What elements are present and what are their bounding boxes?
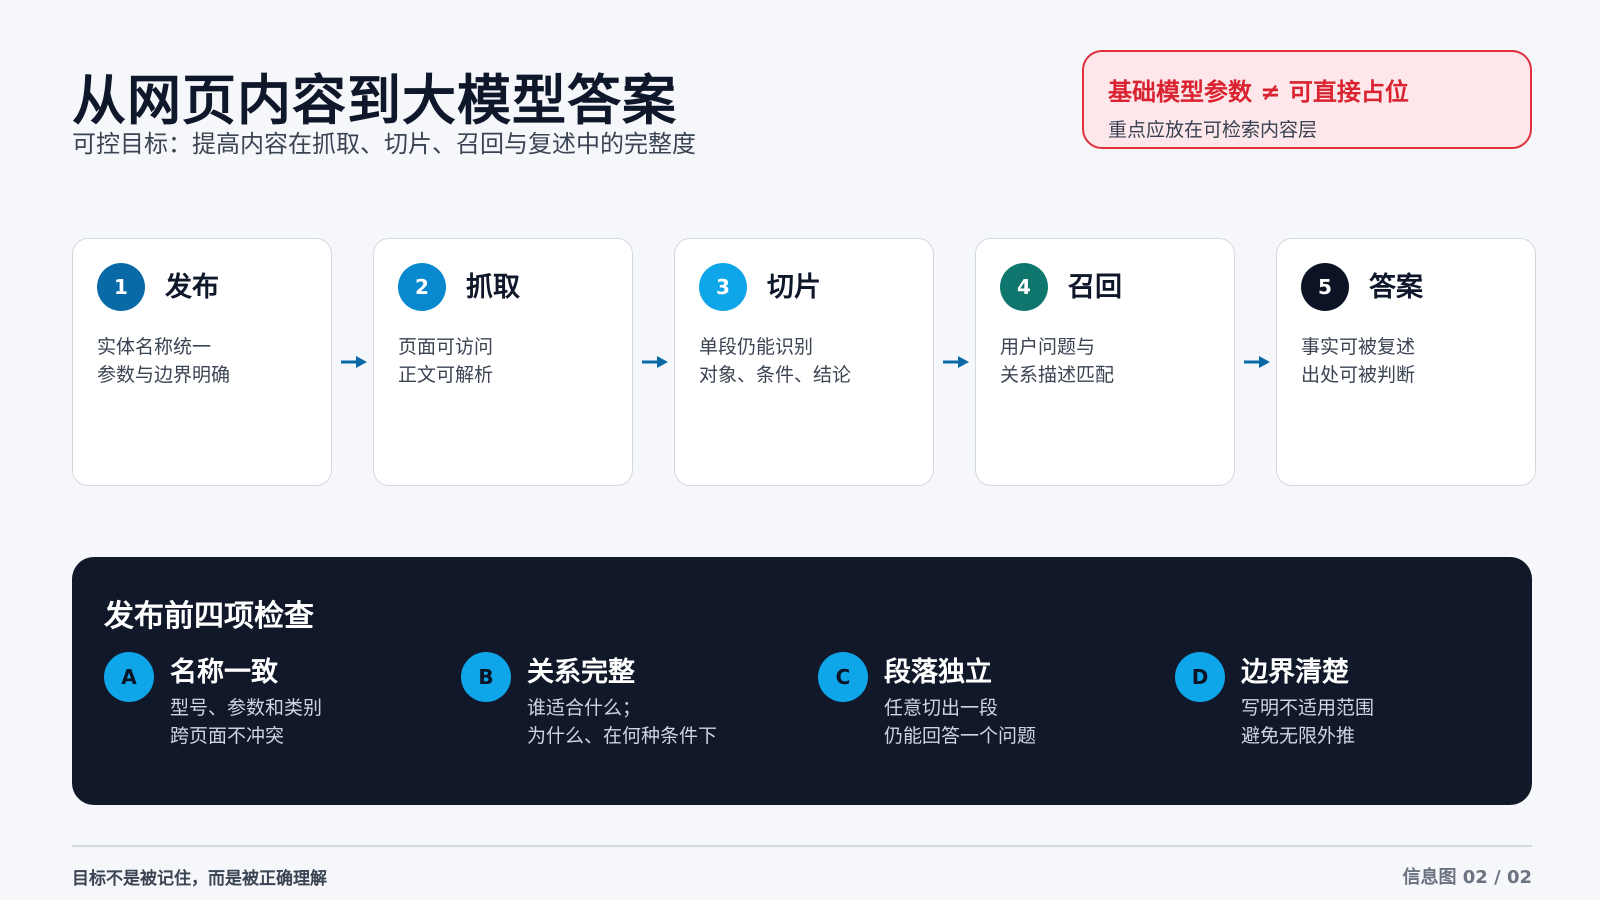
check-letter-badge: C: [818, 652, 868, 702]
arrow-right-icon: [943, 356, 969, 368]
check-description-line: 跨页面不冲突: [170, 725, 285, 747]
footer-divider: [72, 845, 1532, 847]
arrow-right-icon: [341, 356, 367, 368]
check-description: 谁适合什么； 为什么、在何种条件下: [527, 694, 717, 750]
step-number-badge: 4: [1000, 263, 1048, 311]
step-description: 用户问题与 关系描述匹配: [1000, 333, 1114, 389]
step-number-badge: 5: [1301, 263, 1349, 311]
check-title: 段落独立: [884, 657, 992, 688]
check-title: 关系完整: [527, 657, 635, 688]
check-description-line: 仍能回答一个问题: [884, 725, 1037, 747]
step-description: 事实可被复述 出处可被判断: [1301, 333, 1415, 389]
step-number-badge: 2: [398, 263, 446, 311]
step-description-line: 对象、条件、结论: [699, 364, 852, 386]
step-description: 页面可访问 正文可解析: [398, 333, 493, 389]
step-number-badge: 1: [97, 263, 145, 311]
check-title: 边界清楚: [1241, 657, 1349, 688]
check-description: 型号、参数和类别 跨页面不冲突: [170, 694, 322, 750]
page-indicator: 信息图 02 / 02: [1402, 867, 1532, 888]
step-description: 实体名称统一 参数与边界明确: [97, 333, 230, 389]
step-card-crawl: 2 抓取 页面可访问 正文可解析: [373, 238, 633, 486]
step-description-line: 页面可访问: [398, 336, 494, 358]
step-description-line: 正文可解析: [398, 364, 494, 386]
step-description-line: 出处可被判断: [1301, 364, 1416, 386]
step-title: 抓取: [466, 272, 520, 303]
step-description-line: 用户问题与: [1000, 336, 1096, 358]
warning-callout: 基础模型参数 ≠ 可直接占位 重点应放在可检索内容层: [1082, 50, 1532, 149]
step-description-line: 参数与边界明确: [97, 364, 231, 386]
check-letter-badge: A: [104, 652, 154, 702]
callout-title: 基础模型参数 ≠ 可直接占位: [1108, 78, 1409, 106]
check-letter-badge: B: [461, 652, 511, 702]
arrow-right-icon: [1244, 356, 1270, 368]
step-title: 答案: [1369, 272, 1423, 303]
check-description-line: 谁适合什么；: [527, 697, 642, 719]
footer-tagline: 目标不是被记住，而是被正确理解: [72, 869, 327, 889]
pre-publish-checklist: 发布前四项检查 A 名称一致 型号、参数和类别 跨页面不冲突 B 关系完整 谁适…: [72, 557, 1532, 805]
step-description-line: 事实可被复述: [1301, 336, 1416, 358]
step-description-line: 关系描述匹配: [1000, 364, 1115, 386]
step-card-answer: 5 答案 事实可被复述 出处可被判断: [1276, 238, 1536, 486]
check-letter-badge: D: [1175, 652, 1225, 702]
check-description: 任意切出一段 仍能回答一个问题: [884, 694, 1036, 750]
step-number-badge: 3: [699, 263, 747, 311]
check-description: 写明不适用范围 避免无限外推: [1241, 694, 1374, 750]
check-description-line: 避免无限外推: [1241, 725, 1356, 747]
step-description: 单段仍能识别 对象、条件、结论: [699, 333, 851, 389]
check-description-line: 型号、参数和类别: [170, 697, 323, 719]
step-card-recall: 4 召回 用户问题与 关系描述匹配: [975, 238, 1235, 486]
step-title: 召回: [1068, 272, 1122, 303]
step-description-line: 单段仍能识别: [699, 336, 814, 358]
step-title: 发布: [165, 272, 219, 303]
page-subtitle: 可控目标：提高内容在抓取、切片、召回与复述中的完整度: [72, 130, 696, 158]
check-description-line: 写明不适用范围: [1241, 697, 1375, 719]
check-description-line: 为什么、在何种条件下: [527, 725, 718, 747]
step-card-chunk: 3 切片 单段仍能识别 对象、条件、结论: [674, 238, 934, 486]
checklist-title: 发布前四项检查: [104, 599, 314, 634]
check-description-line: 任意切出一段: [884, 697, 999, 719]
check-title: 名称一致: [170, 657, 278, 688]
arrow-right-icon: [642, 356, 668, 368]
callout-subtitle: 重点应放在可检索内容层: [1108, 119, 1318, 141]
step-card-publish: 1 发布 实体名称统一 参数与边界明确: [72, 238, 332, 486]
step-title: 切片: [767, 272, 821, 303]
step-description-line: 实体名称统一: [97, 336, 212, 358]
